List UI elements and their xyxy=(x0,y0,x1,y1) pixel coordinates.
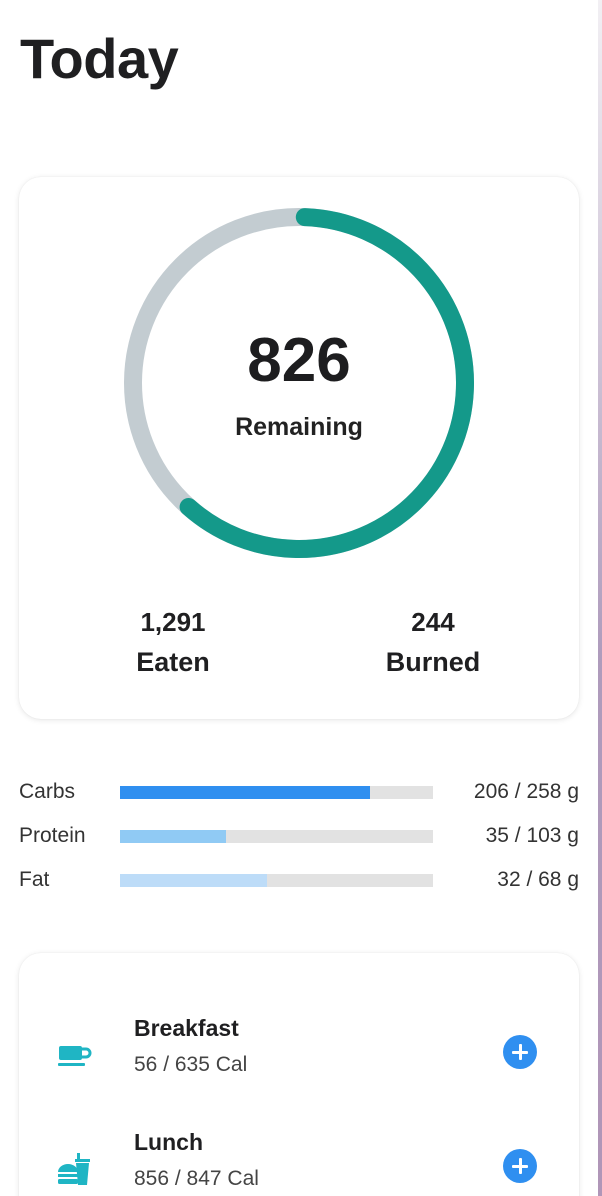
ring-center: 826 Remaining xyxy=(123,207,475,559)
eaten-stat: 1,291 Eaten xyxy=(93,607,253,678)
macro-amount: 32 / 68 g xyxy=(497,868,579,891)
eaten-label: Eaten xyxy=(136,647,210,677)
macro-amount: 206 / 258 g xyxy=(473,780,579,803)
page-title: Today xyxy=(20,27,179,90)
macro-progress-track xyxy=(120,830,433,843)
macro-row-protein: Protein 35 / 103 g xyxy=(19,820,579,864)
burned-stat: 244 Burned xyxy=(353,607,513,678)
macro-progress-track xyxy=(120,874,433,887)
macro-row-carbs: Carbs 206 / 258 g xyxy=(19,776,579,820)
macro-name: Fat xyxy=(19,868,50,891)
today-screen: Today 826 Remaining 1,291 Eaten 244 Burn… xyxy=(0,0,602,1196)
calorie-summary-card[interactable]: 826 Remaining 1,291 Eaten 244 Burned xyxy=(19,177,579,719)
burned-value: 244 xyxy=(411,607,455,637)
calorie-ring: 826 Remaining xyxy=(123,207,475,559)
macro-name: Carbs xyxy=(19,780,76,803)
remaining-calories-label: Remaining xyxy=(235,413,363,441)
meal-name: Lunch xyxy=(134,1129,203,1155)
macro-progress-track xyxy=(120,786,433,799)
meal-row-breakfast[interactable]: Breakfast 56 / 635 Cal xyxy=(19,1009,579,1099)
remaining-calories-value: 826 xyxy=(247,326,351,395)
macro-progress-fill xyxy=(120,830,227,843)
coffee-cup-icon xyxy=(55,1037,95,1077)
add-lunch-button[interactable] xyxy=(503,1149,537,1183)
burned-label: Burned xyxy=(385,647,481,677)
macro-name: Protein xyxy=(19,824,86,847)
macro-progress-fill xyxy=(120,874,268,887)
meal-calories: 856 / 847 Cal xyxy=(134,1167,259,1190)
meal-row-lunch[interactable]: Lunch 856 / 847 Cal xyxy=(19,1123,579,1196)
macro-row-fat: Fat 32 / 68 g xyxy=(19,864,579,908)
macros-section: Carbs 206 / 258 g Protein 35 / 103 g Fat… xyxy=(19,776,579,908)
eaten-value: 1,291 xyxy=(140,607,206,637)
scroll-edge xyxy=(598,0,602,1196)
macro-progress-fill xyxy=(120,786,371,799)
meals-card: Breakfast 56 / 635 Cal Lunch 856 / 847 C… xyxy=(19,953,579,1196)
burger-drink-icon xyxy=(55,1151,95,1191)
meal-name: Breakfast xyxy=(134,1015,239,1041)
meal-calories: 56 / 635 Cal xyxy=(134,1053,248,1076)
macro-amount: 35 / 103 g xyxy=(485,824,579,847)
add-breakfast-button[interactable] xyxy=(503,1035,537,1069)
